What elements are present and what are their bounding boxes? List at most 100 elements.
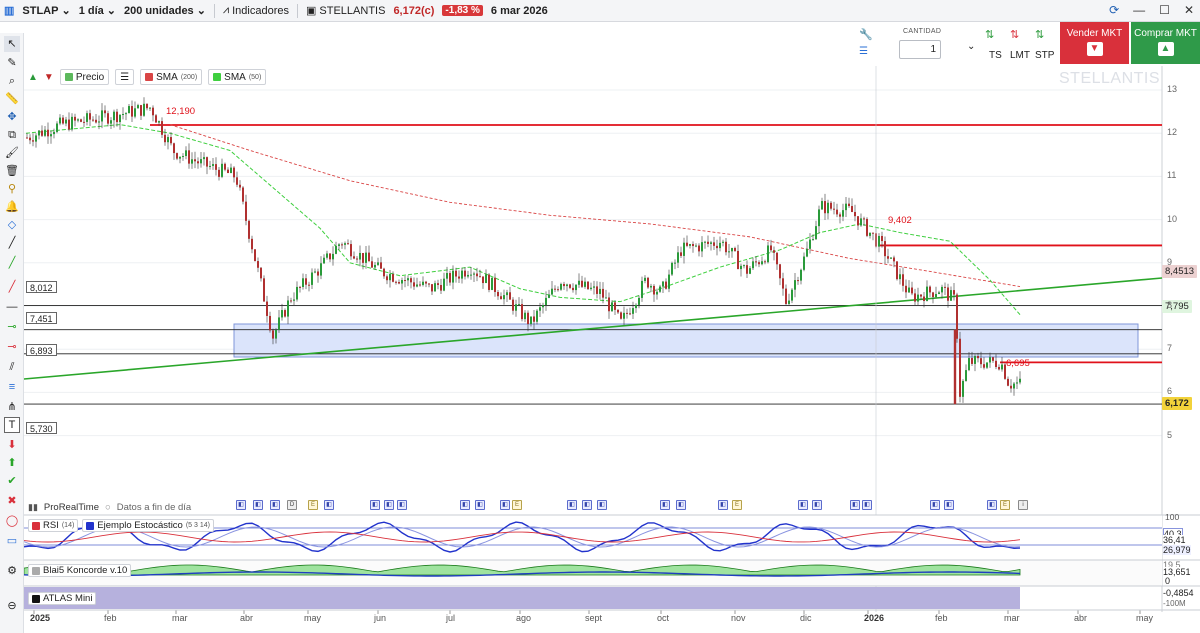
rsi-chip[interactable]: RSI (14) <box>28 519 79 532</box>
app-icon: ▥ <box>4 5 15 17</box>
channel-icon[interactable]: ⫽ <box>4 359 20 375</box>
magnet-icon[interactable]: ⚲ <box>4 181 20 197</box>
rectangle-tool-icon[interactable]: ▭ <box>4 533 20 549</box>
ts-button[interactable]: TS <box>989 50 1002 61</box>
legend-list-icon[interactable]: ☰ <box>115 69 135 85</box>
ellipse-tool-icon[interactable]: ◯ <box>4 513 20 529</box>
cursor-icon[interactable]: ↖ <box>4 36 20 52</box>
minimize-icon[interactable]: — <box>1133 3 1145 17</box>
chevron-down-icon[interactable]: ⌄ <box>967 41 975 52</box>
news-event-icon[interactable]: ◧ <box>500 500 510 510</box>
sync-icon[interactable]: ⟳ <box>1109 3 1119 17</box>
news-event-icon[interactable]: ◧ <box>930 500 940 510</box>
limit-icon[interactable]: ⇅ <box>1010 28 1019 41</box>
arrow-down-icon[interactable]: ▼ <box>44 72 54 83</box>
trendline-tool-icon[interactable]: ╱ <box>4 255 20 271</box>
atlas-panel-title: ATLAS Mini <box>28 592 97 605</box>
price-chart[interactable] <box>0 0 1200 633</box>
news-event-icon[interactable]: ◧ <box>597 500 607 510</box>
units-selector[interactable]: 200 unidades ⌄ <box>124 4 206 18</box>
horizontal-line-icon[interactable]: — <box>4 299 20 315</box>
legend-sma50[interactable]: SMA (50) <box>208 69 267 85</box>
news-event-icon[interactable]: ◧ <box>582 500 592 510</box>
candle-body <box>170 137 172 144</box>
close-icon[interactable]: ✕ <box>1184 3 1194 17</box>
down-arrow-tool-icon[interactable]: ⬇ <box>4 437 20 453</box>
news-event-icon[interactable]: ◧ <box>798 500 808 510</box>
candle-body <box>869 232 871 236</box>
news-event-icon[interactable]: ◧ <box>987 500 997 510</box>
move-icon[interactable]: ✥ <box>4 109 20 125</box>
news-event-icon[interactable]: ◧ <box>370 500 380 510</box>
trailing-stop-icon[interactable]: ⇅ <box>985 28 994 41</box>
check-tool-icon[interactable]: ✔ <box>4 473 20 489</box>
news-event-icon[interactable]: ◧ <box>660 500 670 510</box>
fibonacci-icon[interactable]: ≡ <box>4 379 20 395</box>
text-tool-icon[interactable]: T <box>4 417 20 433</box>
order-list-icon[interactable]: ☰ <box>859 46 868 57</box>
trash-icon[interactable]: 🗑 <box>4 163 20 179</box>
news-event-icon[interactable]: ◧ <box>475 500 485 510</box>
news-event-icon[interactable]: ◧ <box>324 500 334 510</box>
zoom-icon[interactable]: ⌕ <box>4 73 20 89</box>
koncorde-chip[interactable]: Blai5 Koncorde v.10 <box>28 564 132 577</box>
news-event-icon[interactable]: ◧ <box>862 500 872 510</box>
shapes-icon[interactable]: ◇ <box>4 217 20 233</box>
support-line-icon[interactable]: ⊸ <box>4 319 20 335</box>
support-zone[interactable] <box>233 323 1139 358</box>
timeframe-selector[interactable]: 1 día ⌄ <box>79 4 116 18</box>
stochastic-chip[interactable]: Ejemplo Estocástico (5 3 14) <box>82 519 214 532</box>
news-event-icon[interactable]: i <box>1018 500 1028 510</box>
news-event-icon[interactable]: ◧ <box>718 500 728 510</box>
news-event-icon[interactable]: ◧ <box>253 500 263 510</box>
earnings-event-icon[interactable]: E <box>732 500 742 510</box>
pitchfork-icon[interactable]: ⋔ <box>4 399 20 415</box>
quantity-input[interactable]: 1 <box>899 40 941 59</box>
news-event-icon[interactable]: ◧ <box>567 500 577 510</box>
stp-button[interactable]: STP <box>1035 50 1054 61</box>
earnings-event-icon[interactable]: E <box>512 500 522 510</box>
atlas-chip[interactable]: ATLAS Mini <box>28 592 97 605</box>
stop-icon[interactable]: ⇅ <box>1035 28 1044 41</box>
candle-body <box>245 201 247 221</box>
indicators-button[interactable]: ⩘ Indicadores <box>223 4 289 17</box>
news-event-icon[interactable]: ◧ <box>384 500 394 510</box>
news-event-icon[interactable]: ◧ <box>850 500 860 510</box>
ruler-icon[interactable]: 📏 <box>4 91 20 107</box>
line-tool-icon[interactable]: ╱ <box>4 235 20 251</box>
sma200-value-tag: 8,4513 <box>1162 265 1198 278</box>
settings-icon[interactable]: ⚙ <box>4 563 20 579</box>
resistance-line-icon[interactable]: ⊸ <box>4 339 20 355</box>
news-event-icon[interactable]: ◧ <box>812 500 822 510</box>
news-event-icon[interactable]: ◧ <box>460 500 470 510</box>
alert-icon[interactable]: 🔔 <box>4 199 20 215</box>
candle-body <box>983 364 985 368</box>
up-arrow-tool-icon[interactable]: ⬆ <box>4 455 20 471</box>
candle-body <box>890 257 892 259</box>
legend-price[interactable]: Precio <box>59 69 110 85</box>
arrow-up-icon[interactable]: ▲ <box>28 72 38 83</box>
lmt-button[interactable]: LMT <box>1010 50 1030 61</box>
sell-market-button[interactable]: Vender MKT ▼ <box>1060 22 1129 64</box>
symbol-selector[interactable]: STLAP ⌄ <box>22 4 70 18</box>
news-event-icon[interactable]: ◧ <box>270 500 280 510</box>
pencil-icon[interactable]: ✎ <box>4 55 20 71</box>
earnings-event-icon[interactable]: E <box>308 500 318 510</box>
news-event-icon[interactable]: ◧ <box>236 500 246 510</box>
earnings-event-icon[interactable]: E <box>1000 500 1010 510</box>
wrench-icon[interactable]: 🔧 <box>859 28 873 41</box>
brush-icon[interactable]: 🖌 <box>4 145 20 161</box>
buy-market-button[interactable]: Comprar MKT ▲ <box>1131 22 1200 64</box>
news-event-icon[interactable]: ◧ <box>676 500 686 510</box>
copy-icon[interactable]: ⧉ <box>4 127 20 143</box>
red-line-tool-icon[interactable]: ╱ <box>4 279 20 295</box>
remove-drawings-icon[interactable]: ⊖ <box>4 598 20 614</box>
candle-body <box>254 249 256 262</box>
legend-sma200[interactable]: SMA (200) <box>140 69 203 85</box>
news-event-icon[interactable]: ◧ <box>397 500 407 510</box>
data-source: ▮▮ ProRealTime ○ Datos a fin de día <box>28 502 191 513</box>
dividend-event-icon[interactable]: D <box>287 500 297 510</box>
news-event-icon[interactable]: ◧ <box>944 500 954 510</box>
maximize-icon[interactable]: ☐ <box>1159 3 1170 17</box>
cross-tool-icon[interactable]: ✖ <box>4 493 20 509</box>
